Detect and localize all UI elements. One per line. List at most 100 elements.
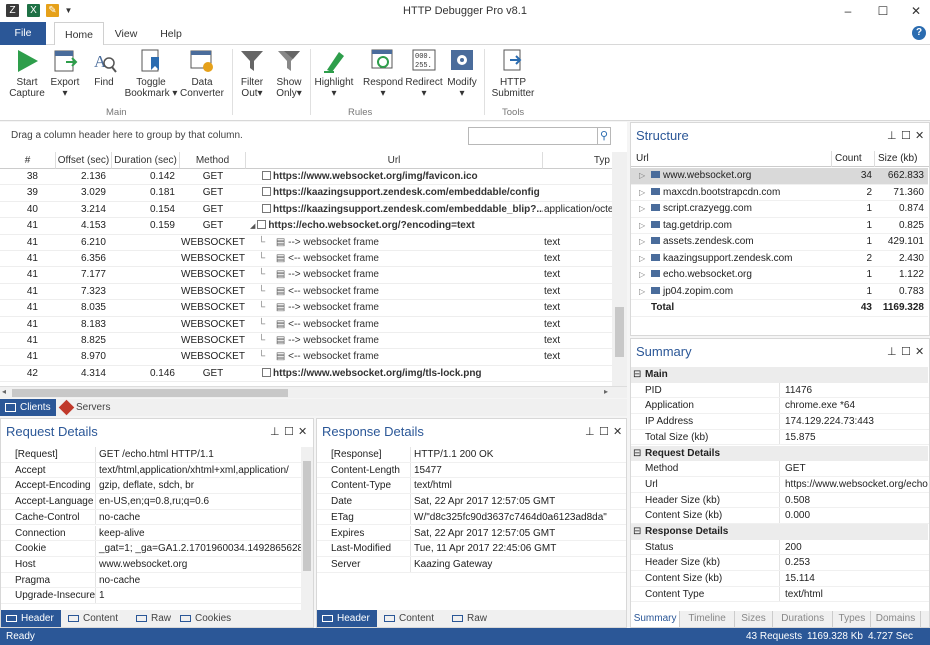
- summary-row[interactable]: Header Size (kb) 0.508: [631, 492, 929, 509]
- summary-row[interactable]: Total Size (kb) 15.875: [631, 429, 929, 446]
- tab-raw[interactable]: Raw: [447, 610, 489, 627]
- vertical-scrollbar[interactable]: [301, 447, 313, 612]
- column-header-offset[interactable]: Offset (sec): [56, 152, 112, 169]
- respond-button[interactable]: Respond ▾: [362, 48, 404, 99]
- expand-arrow-icon[interactable]: ▷: [639, 168, 645, 185]
- detail-row[interactable]: Accept-Encoding gzip, deflate, sdch, br: [1, 478, 301, 495]
- expand-arrow-icon[interactable]: ▷: [639, 267, 645, 284]
- column-header-url[interactable]: Url: [246, 152, 543, 169]
- column-header-duration[interactable]: Duration (sec): [112, 152, 180, 169]
- table-row[interactable]: 41 7.323 WEBSOCKET └ ▤ <-- websocket frame t…: [0, 284, 627, 301]
- summary-row[interactable]: Method GET: [631, 461, 929, 477]
- tab-timeline[interactable]: Timeline: [680, 611, 735, 627]
- http-submitter-button[interactable]: HTTP Submitter: [488, 48, 538, 99]
- structure-row[interactable]: ▷ echo.websocket.org 1 1.122: [631, 267, 928, 284]
- restore-icon[interactable]: ☐: [901, 129, 911, 142]
- detail-row[interactable]: Last-Modified Tue, 11 Apr 2017 22:45:06 G…: [317, 541, 626, 557]
- table-row[interactable]: 38 2.136 0.142 GET https://www.websocket.org…: [0, 169, 627, 186]
- tab-help[interactable]: Help: [152, 22, 190, 45]
- summary-row[interactable]: Content Size (kb) 0.000: [631, 508, 929, 524]
- detail-row[interactable]: Cache-Control no-cache: [1, 509, 301, 526]
- summary-row[interactable]: Status 200: [631, 539, 929, 556]
- structure-col-url[interactable]: Url: [636, 151, 649, 167]
- restore-icon[interactable]: ☐: [599, 425, 609, 438]
- structure-row[interactable]: ▷ script.crazyegg.com 1 0.874: [631, 201, 928, 218]
- collapse-icon[interactable]: ⊟: [633, 367, 641, 383]
- close-icon[interactable]: ✕: [613, 425, 622, 438]
- table-row[interactable]: 39 3.029 0.181 GET https://kaazingsupport.ze…: [0, 185, 627, 202]
- tab-sizes[interactable]: Sizes: [735, 611, 773, 627]
- scrollbar-thumb[interactable]: [303, 461, 311, 571]
- grid-vertical-scrollbar[interactable]: [612, 152, 627, 386]
- data-converter-button[interactable]: Data Converter: [178, 48, 226, 99]
- filter-out-button[interactable]: Filter Out▾: [236, 48, 268, 99]
- tab-durations[interactable]: Durations: [773, 611, 834, 627]
- expand-arrow-icon[interactable]: ▷: [639, 201, 645, 218]
- table-row[interactable]: 40 3.214 0.154 GET https://kaazingsupport.ze…: [0, 202, 627, 219]
- detail-row[interactable]: [Request] GET /echo.html HTTP/1.1: [1, 447, 301, 463]
- pin-icon[interactable]: ⊥: [887, 129, 897, 142]
- scrollbar-thumb[interactable]: [615, 307, 624, 357]
- restore-icon[interactable]: ☐: [901, 345, 911, 358]
- expand-arrow-icon[interactable]: ▷: [639, 185, 645, 202]
- detail-row[interactable]: Pragma no-cache: [1, 572, 301, 589]
- redirect-button[interactable]: 000. 255. Redirect ▾: [404, 48, 444, 99]
- table-row[interactable]: 41 6.210 WEBSOCKET └ ▤ --> websocket frame t…: [0, 235, 627, 251]
- detail-row[interactable]: Connection keep-alive: [1, 525, 301, 542]
- detail-row[interactable]: Content-Length 15477: [317, 462, 626, 479]
- expand-arrow-icon[interactable]: ▷: [639, 284, 645, 301]
- grid-horizontal-scrollbar[interactable]: ◂ ▸: [0, 386, 627, 398]
- close-icon[interactable]: ✕: [908, 3, 924, 19]
- expand-arrow-icon[interactable]: ▷: [639, 218, 645, 235]
- tab-content[interactable]: Content: [63, 610, 129, 627]
- structure-row[interactable]: ▷ www.websocket.org 34 662.833: [631, 168, 928, 185]
- scroll-left-icon[interactable]: ◂: [2, 387, 6, 396]
- detail-row[interactable]: Cookie _gat=1; _ga=GA1.2.1701960034.14928…: [1, 541, 301, 557]
- modify-button[interactable]: Modify ▾: [444, 48, 480, 99]
- collapse-icon[interactable]: ⊟: [633, 524, 641, 540]
- tab-view[interactable]: View: [108, 22, 144, 45]
- structure-row[interactable]: ▷ kaazingsupport.zendesk.com 2 2.430: [631, 251, 928, 267]
- table-row[interactable]: 41 8.825 WEBSOCKET └ ▤ --> websocket frame t…: [0, 333, 627, 350]
- tab-clients[interactable]: Clients: [0, 399, 56, 416]
- structure-row[interactable]: ▷ maxcdn.bootstrapcdn.com 2 71.360: [631, 185, 928, 202]
- search-icon[interactable]: ⚲: [597, 127, 611, 145]
- table-row[interactable]: 41 4.153 0.159 GET ◢ https://echo.websocket.…: [0, 218, 627, 235]
- pin-icon[interactable]: ⊥: [270, 425, 280, 438]
- restore-icon[interactable]: ☐: [284, 425, 294, 438]
- tab-summary[interactable]: Summary: [631, 611, 681, 627]
- close-icon[interactable]: ✕: [915, 345, 924, 358]
- tab-types[interactable]: Types: [833, 611, 872, 627]
- find-button[interactable]: A Find: [88, 48, 120, 88]
- detail-row[interactable]: ETag W/"d8c325fc90d3637c7464d0a6123ad8da": [317, 509, 626, 526]
- tab-header[interactable]: Header: [1, 610, 61, 627]
- summary-section-request[interactable]: ⊟ Request Details: [631, 445, 928, 462]
- tab-content[interactable]: Content: [379, 610, 445, 627]
- detail-row[interactable]: Server Kaazing Gateway: [317, 556, 626, 573]
- table-row[interactable]: 41 6.356 WEBSOCKET └ ▤ <-- websocket frame t…: [0, 251, 627, 268]
- table-row[interactable]: 41 8.970 WEBSOCKET └ ▤ <-- websocket frame t…: [0, 349, 627, 366]
- request-grid[interactable]: # Offset (sec) Duration (sec) Method Url…: [0, 152, 627, 386]
- detail-row[interactable]: Date Sat, 22 Apr 2017 12:57:05 GMT: [317, 494, 626, 510]
- toggle-bookmark-button[interactable]: Toggle Bookmark ▾: [122, 48, 180, 99]
- maximize-icon[interactable]: ☐: [875, 3, 891, 19]
- pin-icon[interactable]: ⊥: [585, 425, 595, 438]
- pin-icon[interactable]: ⊥: [887, 345, 897, 358]
- tab-cookies[interactable]: Cookies: [175, 610, 241, 627]
- close-icon[interactable]: ✕: [915, 129, 924, 142]
- show-only-button[interactable]: Show Only▾: [272, 48, 306, 99]
- tab-raw[interactable]: Raw: [131, 610, 173, 627]
- detail-row[interactable]: Accept text/html,application/xhtml+xml,ap…: [1, 462, 301, 479]
- close-icon[interactable]: ✕: [298, 425, 307, 438]
- detail-row[interactable]: Upgrade-Insecure 1: [1, 588, 301, 604]
- scroll-right-icon[interactable]: ▸: [604, 387, 608, 396]
- tab-file[interactable]: File: [0, 22, 46, 45]
- column-header-type[interactable]: Typ: [543, 152, 613, 169]
- collapse-icon[interactable]: ⊟: [633, 446, 641, 462]
- help-icon[interactable]: ?: [912, 26, 926, 40]
- tab-home[interactable]: Home: [54, 22, 104, 46]
- structure-row[interactable]: ▷ assets.zendesk.com 1 429.101: [631, 234, 928, 251]
- summary-row[interactable]: Content Type text/html: [631, 586, 929, 603]
- detail-row[interactable]: Content-Type text/html: [317, 478, 626, 495]
- column-header-number[interactable]: #: [0, 152, 56, 169]
